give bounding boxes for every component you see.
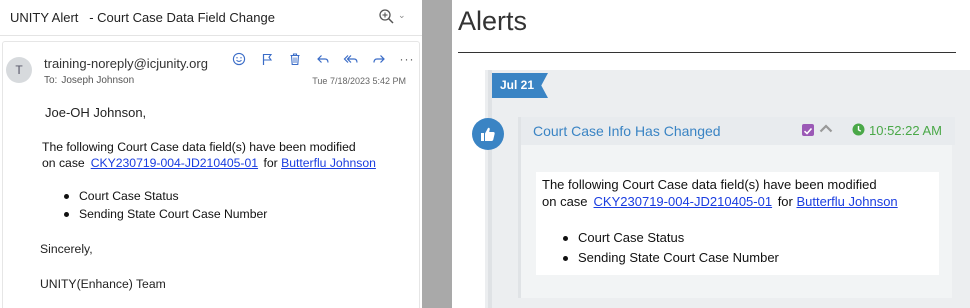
page-title: Alerts (458, 6, 528, 36)
email-greeting: Joe-OH Johnson, (45, 105, 147, 120)
chevron-up-icon[interactable] (818, 120, 834, 138)
title-divider (458, 52, 956, 53)
on-case-text: on case (42, 156, 85, 170)
react-button[interactable] (225, 51, 253, 67)
email-body-line2: on case CKY230719-004-JD210405-01 for But… (42, 155, 412, 171)
email-body-line1: The following Court Case data field(s) h… (42, 140, 356, 154)
forward-icon (373, 55, 385, 63)
email-field-list: Court Case Status Sending State Court Ca… (64, 187, 267, 223)
screen: UNITY Alert - Court Case Data Field Chan… (0, 0, 970, 308)
to-label: To: (44, 75, 58, 86)
on-case-text: on case (542, 194, 588, 209)
person-link[interactable]: Butterflu Johnson (281, 156, 376, 170)
flag-button[interactable] (253, 51, 281, 67)
for-text: for (777, 194, 793, 209)
zoom-icon (379, 9, 394, 24)
email-signature: UNITY(Enhance) Team (40, 277, 166, 291)
email-body: The following Court Case data field(s) h… (42, 139, 412, 171)
forward-button[interactable] (365, 51, 393, 67)
avatar: T (6, 57, 32, 83)
case-number-link[interactable]: CKY230719-004-JD210405-01 (91, 156, 258, 170)
reply-button[interactable] (309, 51, 337, 67)
date-tag: Jul 21 (492, 73, 548, 98)
more-actions-button[interactable]: ··· (393, 51, 421, 67)
email-subject: UNITY Alert - Court Case Data Field Chan… (10, 10, 275, 25)
smiley-icon (232, 52, 246, 66)
trash-icon (290, 53, 300, 66)
alert-time: 10:52:22 AM (869, 123, 942, 138)
sender-address[interactable]: training-noreply@icjunity.org (44, 56, 208, 71)
flag-icon (262, 53, 273, 65)
alert-card: Court Case Info Has Changed 10:52:22 AM … (518, 117, 955, 298)
recipient-line: To: Joseph Johnson (44, 75, 134, 86)
alert-message: The following Court Case data field(s) h… (536, 172, 939, 275)
list-item: Court Case Status (563, 228, 779, 248)
clock-icon (852, 123, 865, 136)
delete-button[interactable] (281, 51, 309, 67)
alert-header: Court Case Info Has Changed 10:52:22 AM (521, 117, 955, 145)
alert-body: The following Court Case data field(s) h… (542, 176, 942, 210)
list-item: Sending State Court Case Number (563, 248, 779, 268)
subject-bar: UNITY Alert - Court Case Data Field Chan… (0, 0, 422, 36)
checkbox-icon[interactable] (802, 124, 814, 136)
more-icon: ··· (399, 52, 415, 66)
chevron-down-icon: ⌄ (398, 10, 406, 20)
email-signoff: Sincerely, (40, 242, 93, 256)
reply-icon (317, 55, 329, 63)
timeline-line (488, 70, 492, 308)
message-actions: ··· (225, 51, 421, 67)
person-link[interactable]: Butterflu Johnson (796, 194, 897, 209)
for-text: for (263, 156, 278, 170)
alert-body-line1: The following Court Case data field(s) h… (542, 177, 877, 192)
zoom-button[interactable]: ⌄ (378, 8, 408, 26)
email-pane: UNITY Alert - Court Case Data Field Chan… (0, 0, 422, 308)
timeline-badge (472, 118, 504, 150)
reply-all-button[interactable] (337, 51, 365, 67)
list-item: Sending State Court Case Number (64, 205, 267, 223)
message-date: Tue 7/18/2023 5:42 PM (312, 76, 406, 86)
case-number-link[interactable]: CKY230719-004-JD210405-01 (594, 194, 773, 209)
recipient-name[interactable]: Joseph Johnson (61, 75, 134, 86)
alert-field-list: Court Case Status Sending State Court Ca… (563, 228, 779, 268)
alert-title[interactable]: Court Case Info Has Changed (533, 123, 721, 139)
alert-body-line2: on case CKY230719-004-JD210405-01 for But… (542, 193, 942, 210)
reply-all-icon (343, 55, 358, 63)
alerts-pane: Alerts Jul 21 Court Case Info Has Change… (452, 0, 970, 308)
list-item: Court Case Status (64, 187, 267, 205)
thumbs-up-icon (481, 127, 495, 141)
